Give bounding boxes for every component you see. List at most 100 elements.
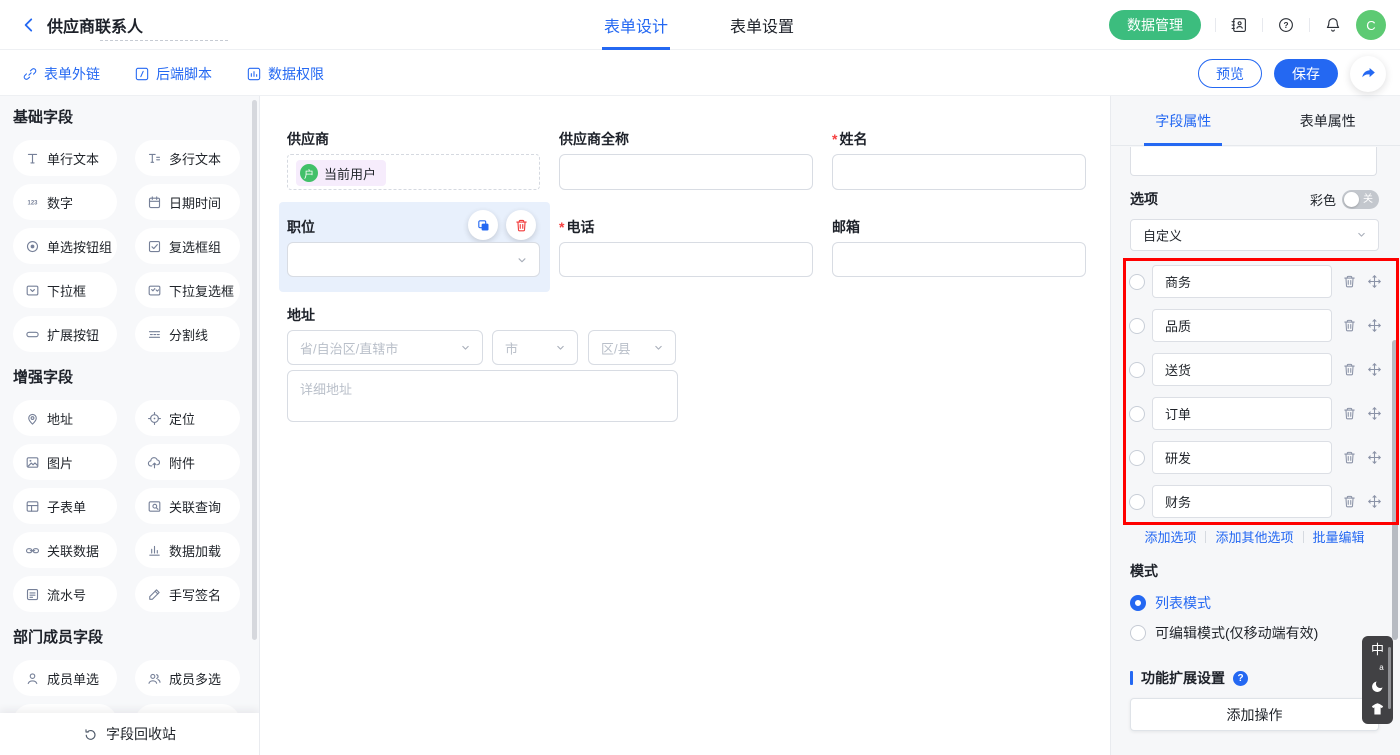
sidebar-field-item[interactable]: 子表单	[13, 488, 117, 524]
option-input[interactable]	[1152, 397, 1332, 430]
current-user-tag[interactable]: 户 当前用户	[296, 160, 386, 186]
preview-button[interactable]: 预览	[1198, 59, 1262, 88]
trash-icon[interactable]	[1342, 494, 1357, 509]
panel-tab[interactable]: 字段属性	[1111, 96, 1256, 145]
bell-icon[interactable]	[1324, 16, 1342, 34]
move-icon[interactable]	[1367, 494, 1382, 509]
move-icon[interactable]	[1367, 406, 1382, 421]
sidebar-scrollbar[interactable]	[252, 100, 257, 640]
sidebar-field-item[interactable]: 附件	[135, 444, 240, 480]
sidebar-field-item[interactable]: 下拉框	[13, 272, 117, 308]
email-field[interactable]	[832, 242, 1086, 277]
mode-option[interactable]: 列表模式	[1130, 593, 1379, 613]
translate-sub-icon[interactable]: a	[1379, 664, 1383, 672]
sidebar-field-item[interactable]: 123数字	[13, 184, 117, 220]
trash-icon[interactable]	[1342, 406, 1357, 421]
province-select[interactable]: 省/自治区/直辖市	[287, 330, 483, 365]
option-radio[interactable]	[1129, 494, 1145, 510]
move-icon[interactable]	[1367, 274, 1382, 289]
moon-icon[interactable]	[1370, 679, 1385, 694]
trash-icon[interactable]	[1342, 318, 1357, 333]
option-action-link[interactable]: 添加其他选项	[1215, 527, 1293, 546]
share-button[interactable]	[1350, 56, 1386, 92]
topbar-tab[interactable]: 表单设置	[730, 0, 794, 50]
sidebar-field-item[interactable]: 定位	[135, 400, 240, 436]
option-action-link[interactable]: 批量编辑	[1313, 527, 1365, 546]
required-mark: *	[832, 131, 837, 147]
sidebar-field-item[interactable]: 单行文本	[13, 140, 117, 176]
supplier-full-field[interactable]	[559, 154, 813, 190]
sidebar-field-item[interactable]: 成员多选	[135, 660, 240, 696]
supplier-field[interactable]: 户 当前用户	[287, 154, 540, 190]
shirt-icon[interactable]	[1370, 702, 1385, 717]
trash-icon[interactable]	[1342, 274, 1357, 289]
field-title-input[interactable]	[1130, 147, 1377, 176]
radio-icon[interactable]	[1130, 625, 1146, 641]
trash-icon[interactable]	[1342, 362, 1357, 377]
sidebar-field-item[interactable]: 下拉复选框	[135, 272, 240, 308]
phone-field[interactable]	[559, 242, 813, 277]
sidebar-field-item[interactable]: 地址	[13, 400, 117, 436]
toolbar-link[interactable]: 数据权限	[246, 64, 324, 84]
district-select[interactable]: 区/县	[588, 330, 676, 365]
avatar[interactable]: C	[1356, 10, 1386, 40]
sidebar-field-item[interactable]: 数据加载	[135, 532, 240, 568]
help-icon[interactable]: ?	[1277, 16, 1295, 34]
panel-scrollbar[interactable]	[1392, 340, 1398, 640]
option-source-select[interactable]: 自定义	[1130, 219, 1379, 251]
sidebar-field-item[interactable]: 单选按钮组	[13, 228, 117, 264]
sidebar-field-label: 流水号	[47, 585, 86, 604]
field-recycle-bin[interactable]: 字段回收站	[0, 713, 259, 755]
topbar-tab[interactable]: 表单设计	[604, 0, 668, 50]
option-input[interactable]	[1152, 309, 1332, 342]
sidebar-field-item[interactable]: 扩展按钮	[13, 316, 117, 352]
sidebar-field-label: 手写签名	[169, 585, 221, 604]
option-action-link[interactable]: 添加选项	[1144, 527, 1196, 546]
sidebar-field-label: 成员多选	[169, 669, 221, 688]
sidebar-field-item[interactable]: 图片	[13, 444, 117, 480]
option-input[interactable]	[1152, 353, 1332, 386]
province-placeholder: 省/自治区/直辖市	[300, 338, 398, 357]
sidebar-field-item[interactable]: 复选框组	[135, 228, 240, 264]
position-select[interactable]	[287, 242, 540, 277]
option-input[interactable]	[1152, 485, 1332, 518]
option-input[interactable]	[1152, 265, 1332, 298]
toolbar-link[interactable]: 表单外链	[22, 64, 100, 84]
radio-icon[interactable]	[1130, 595, 1146, 611]
back-button[interactable]	[20, 16, 38, 34]
option-radio[interactable]	[1129, 406, 1145, 422]
toolbar-link[interactable]: 后端脚本	[134, 64, 212, 84]
data-manage-button[interactable]: 数据管理	[1109, 10, 1201, 40]
sidebar-field-item[interactable]: 手写签名	[135, 576, 240, 612]
sidebar-field-item[interactable]: 关联数据	[13, 532, 117, 568]
address-book-icon[interactable]	[1230, 16, 1248, 34]
sidebar-field-item[interactable]: 分割线	[135, 316, 240, 352]
option-radio[interactable]	[1129, 362, 1145, 378]
sidebar-field-item[interactable]: 流水号	[13, 576, 117, 612]
city-select[interactable]: 市	[492, 330, 578, 365]
sidebar-field-item[interactable]: 多行文本	[135, 140, 240, 176]
option-radio[interactable]	[1129, 274, 1145, 290]
color-toggle[interactable]: 关	[1342, 190, 1379, 209]
permission-icon	[246, 66, 262, 82]
sidebar-field-item[interactable]: 日期时间	[135, 184, 240, 220]
detail-address-textarea[interactable]: 详细地址	[287, 370, 678, 422]
option-radio[interactable]	[1129, 318, 1145, 334]
option-radio[interactable]	[1129, 450, 1145, 466]
name-field[interactable]	[832, 154, 1086, 190]
help-badge-icon[interactable]: ?	[1233, 671, 1248, 686]
move-icon[interactable]	[1367, 318, 1382, 333]
mode-option[interactable]: 可编辑模式(仅移动端有效)	[1130, 623, 1379, 643]
option-input[interactable]	[1152, 441, 1332, 474]
copy-field-button[interactable]	[468, 210, 498, 240]
move-icon[interactable]	[1367, 450, 1382, 465]
sidebar-field-item[interactable]: 成员单选	[13, 660, 117, 696]
move-icon[interactable]	[1367, 362, 1382, 377]
translate-icon[interactable]: 中	[1371, 643, 1384, 656]
add-action-button[interactable]: 添加操作	[1130, 698, 1379, 731]
sidebar-field-item[interactable]: 关联查询	[135, 488, 240, 524]
trash-icon[interactable]	[1342, 450, 1357, 465]
save-button[interactable]: 保存	[1274, 59, 1338, 88]
delete-field-button[interactable]	[506, 210, 536, 240]
panel-tab[interactable]: 表单属性	[1256, 96, 1400, 145]
